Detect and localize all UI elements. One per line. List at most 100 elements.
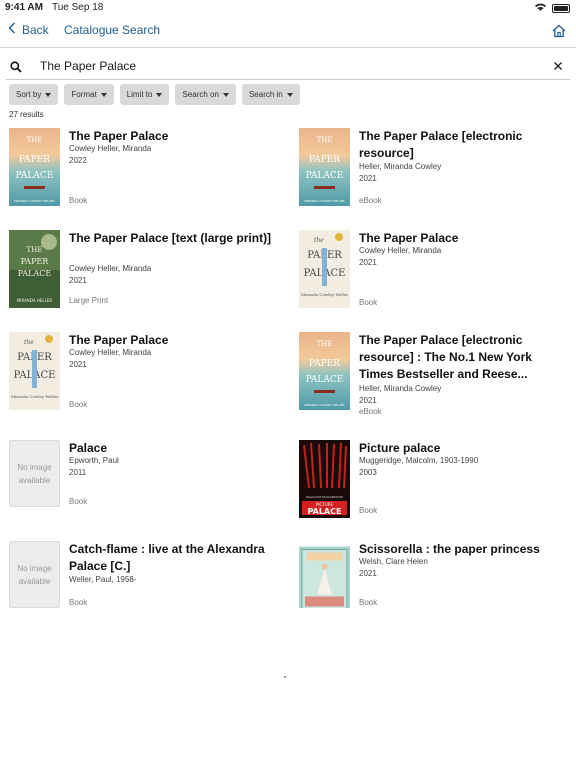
status-time: 9:41 AM — [5, 2, 43, 13]
search-divider — [6, 79, 570, 80]
search-bar — [0, 52, 576, 80]
result-year: 2022 — [69, 156, 87, 165]
svg-text:MIRANDA COWLEY HELLER: MIRANDA COWLEY HELLER — [304, 403, 344, 407]
filter-bar: Sort by Format Limit to Search on Search… — [9, 84, 300, 105]
search-on-filter[interactable]: Search on — [175, 84, 236, 105]
chevron-left-icon — [8, 22, 16, 37]
result-year: 2021 — [359, 569, 377, 578]
format-filter[interactable]: Format — [64, 84, 114, 105]
result-item[interactable]: No image available Palace Epworth, Paul … — [9, 440, 279, 530]
svg-text:the: the — [314, 237, 324, 244]
svg-text:PAPER: PAPER — [309, 359, 340, 369]
result-author: Welsh, Clare Helen — [359, 557, 428, 566]
book-cover-image — [299, 541, 350, 608]
svg-text:PAPER: PAPER — [19, 155, 50, 165]
result-author: Heller, Miranda Cowley — [359, 384, 442, 393]
filter-label: Limit to — [126, 90, 153, 99]
result-title: The Paper Palace — [69, 333, 169, 347]
result-title: Palace — [69, 441, 108, 455]
result-author: Heller, Miranda Cowley — [359, 162, 442, 171]
caret-down-icon — [45, 92, 52, 97]
result-format: Book — [359, 298, 378, 307]
filter-label: Format — [71, 90, 97, 99]
svg-text:PAPER: PAPER — [21, 257, 50, 266]
scroll-indicator — [284, 676, 286, 678]
result-author: Weller, Paul, 1958- — [69, 575, 137, 584]
close-icon[interactable] — [553, 58, 563, 74]
caret-down-icon — [222, 92, 229, 97]
svg-text:THE: THE — [317, 340, 333, 348]
back-label: Back — [22, 22, 49, 37]
caret-down-icon — [156, 92, 163, 97]
result-author: Cowley Heller, Miranda — [69, 264, 152, 273]
navigation-bar: Back Catalogue Search — [0, 16, 576, 48]
result-item[interactable]: THE PAPER PALACE MIRANDA COWLEY HELLER The … — [299, 128, 569, 218]
result-format: Book — [69, 196, 88, 205]
svg-text:THE: THE — [317, 136, 333, 144]
result-format: eBook — [359, 196, 382, 205]
svg-text:the: the — [24, 339, 34, 346]
caret-down-icon — [100, 92, 107, 97]
result-item[interactable]: thePAPERPALACEMiranda Cowley Heller The … — [299, 230, 569, 320]
book-cover-image: THE PAPER PALACE MIRANDA COWLEY HELLER — [299, 332, 350, 410]
result-format: Book — [69, 598, 88, 607]
book-cover-image: thePAPERPALACEMiranda Cowley Heller — [9, 332, 60, 410]
no-image-placeholder: No image available — [9, 541, 60, 608]
result-year: 2021 — [69, 276, 87, 285]
home-icon[interactable] — [551, 23, 567, 39]
svg-text:THE: THE — [27, 136, 43, 144]
result-item[interactable]: THE PAPER PALACE MIRANDA HELLER The Paper P… — [9, 230, 279, 320]
svg-text:PALACE: PALACE — [306, 171, 344, 181]
result-author: Epworth, Paul — [69, 456, 119, 465]
svg-text:Miranda Cowley Heller: Miranda Cowley Heller — [301, 292, 348, 297]
result-title: The Paper Palace [electronic resource] — [359, 129, 523, 160]
result-title: Catch-flame : live at the Alexandra Pala… — [69, 542, 265, 573]
svg-text:MALCOLM MUGGERIDGE: MALCOLM MUGGERIDGE — [306, 495, 343, 499]
result-title: The Paper Palace [text (large print)] — [69, 231, 272, 245]
book-cover-image: THE PAPER PALACE MIRANDA COWLEY HELLER — [299, 128, 350, 206]
limit-to-filter[interactable]: Limit to — [119, 84, 170, 105]
result-year: 2003 — [359, 468, 377, 477]
book-cover-image: THE PAPER PALACE MIRANDA HELLER — [9, 230, 60, 308]
search-input[interactable] — [40, 57, 540, 75]
result-author: Cowley Heller, Miranda — [359, 246, 442, 255]
svg-text:PALACE: PALACE — [308, 507, 342, 516]
svg-text:MIRANDA COWLEY HELLER: MIRANDA COWLEY HELLER — [14, 199, 54, 203]
result-title: Picture palace — [359, 441, 441, 455]
svg-text:Miranda Cowley Heller: Miranda Cowley Heller — [11, 394, 58, 399]
result-format: Book — [359, 506, 378, 515]
svg-text:MIRANDA HELLER: MIRANDA HELLER — [17, 298, 53, 303]
result-title: The Paper Palace [electronic resource] :… — [359, 333, 532, 381]
result-item[interactable]: thePAPERPALACEMiranda Cowley Heller The … — [9, 332, 279, 422]
sort-by-filter[interactable]: Sort by — [9, 84, 59, 105]
result-format: Large Print — [69, 296, 109, 305]
result-item[interactable]: THE PAPER PALACE MIRANDA COWLEY HELLER The … — [299, 332, 569, 424]
result-author: Muggeridge, Malcolm, 1903-1990 — [359, 456, 479, 465]
result-item[interactable]: MALCOLM MUGGERIDGE PICTURE PALACE Picture … — [299, 440, 569, 530]
back-button[interactable]: Back — [8, 22, 49, 37]
book-cover-image: THE PAPER PALACE MIRANDA COWLEY HELLER — [9, 128, 60, 206]
result-year: 2021 — [359, 258, 377, 267]
result-format: Book — [69, 497, 88, 506]
result-author: Cowley Heller, Miranda — [69, 348, 152, 357]
result-item[interactable]: No image available Catch-flame : live at… — [9, 541, 279, 631]
result-year: 2011 — [69, 468, 87, 477]
page-title: Catalogue Search — [64, 23, 161, 37]
result-format: Book — [359, 598, 378, 607]
battery-icon — [552, 4, 570, 13]
status-icons — [534, 2, 570, 15]
svg-text:PAPER: PAPER — [309, 155, 340, 165]
result-item[interactable]: THE PAPER PALACE MIRANDA COWLEY HELLER The … — [9, 128, 279, 218]
result-year: 2021 — [359, 396, 377, 405]
result-format: eBook — [359, 407, 382, 416]
result-format: Book — [69, 400, 88, 409]
results-count: 27 results — [9, 110, 44, 119]
result-item[interactable]: Scissorella : the paper princess Welsh, … — [299, 541, 569, 631]
result-title: Scissorella : the paper princess — [359, 542, 540, 556]
svg-text:THE: THE — [27, 246, 43, 254]
svg-text:PALACE: PALACE — [18, 269, 52, 278]
svg-text:PALACE: PALACE — [306, 375, 344, 385]
search-in-filter[interactable]: Search in — [241, 84, 300, 105]
result-year: 2021 — [359, 174, 377, 183]
svg-text:PALACE: PALACE — [16, 171, 54, 181]
